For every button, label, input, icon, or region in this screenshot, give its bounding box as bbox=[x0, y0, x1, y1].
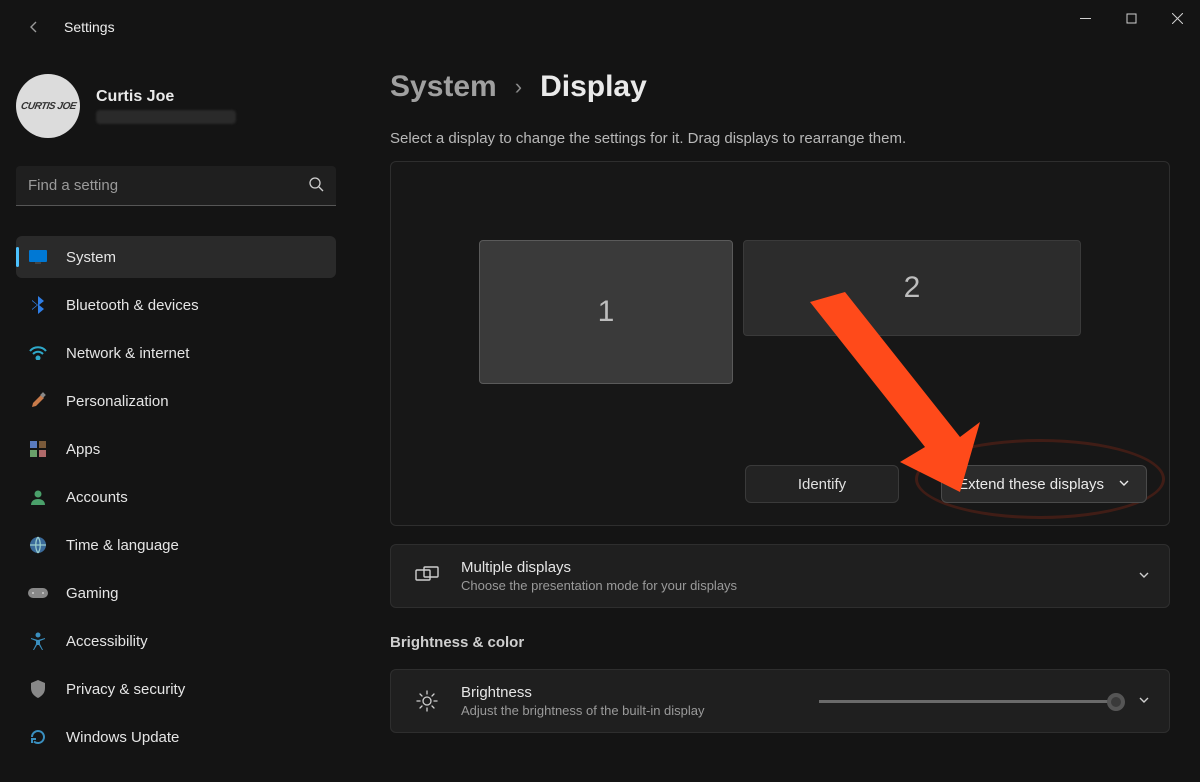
profile-block[interactable]: CURTIS JOE Curtis Joe bbox=[16, 74, 356, 138]
multiple-displays-card[interactable]: Multiple displays Choose the presentatio… bbox=[390, 544, 1170, 608]
sidebar-item-windows-update[interactable]: Windows Update bbox=[16, 716, 336, 758]
sidebar-item-label: Apps bbox=[66, 441, 100, 458]
display-hint-text: Select a display to change the settings … bbox=[390, 130, 1172, 147]
close-button[interactable] bbox=[1154, 0, 1200, 36]
breadcrumb-current: Display bbox=[540, 70, 647, 104]
search-box[interactable] bbox=[16, 166, 336, 206]
accessibility-icon bbox=[28, 631, 48, 651]
sidebar: CURTIS JOE Curtis Joe System Bluetooth &… bbox=[16, 70, 356, 782]
sidebar-item-label: Accessibility bbox=[66, 633, 148, 650]
chevron-down-icon bbox=[1118, 476, 1130, 493]
sidebar-item-privacy[interactable]: Privacy & security bbox=[16, 668, 336, 710]
sidebar-item-personalization[interactable]: Personalization bbox=[16, 380, 336, 422]
avatar: CURTIS JOE bbox=[16, 74, 80, 138]
chevron-down-icon bbox=[1137, 568, 1151, 585]
sidebar-item-system[interactable]: System bbox=[16, 236, 336, 278]
gamepad-icon bbox=[28, 583, 48, 603]
sidebar-item-label: Accounts bbox=[66, 489, 128, 506]
brightness-slider[interactable] bbox=[819, 700, 1119, 703]
globe-icon bbox=[28, 535, 48, 555]
wifi-icon bbox=[28, 343, 48, 363]
sidebar-item-label: Network & internet bbox=[66, 345, 189, 362]
brightness-card[interactable]: Brightness Adjust the brightness of the … bbox=[390, 669, 1170, 733]
user-email-redacted bbox=[96, 110, 236, 124]
sidebar-item-accounts[interactable]: Accounts bbox=[16, 476, 336, 518]
display-1[interactable]: 1 bbox=[479, 240, 733, 384]
minimize-button[interactable] bbox=[1062, 0, 1108, 36]
chevron-right-icon: › bbox=[515, 74, 522, 100]
sidebar-item-label: Personalization bbox=[66, 393, 169, 410]
maximize-button[interactable] bbox=[1108, 0, 1154, 36]
breadcrumb-parent[interactable]: System bbox=[390, 70, 497, 104]
card-subtitle: Choose the presentation mode for your di… bbox=[461, 578, 1137, 593]
card-title: Multiple displays bbox=[461, 559, 1137, 576]
search-input[interactable] bbox=[28, 177, 308, 194]
brightness-icon bbox=[409, 690, 445, 712]
user-name: Curtis Joe bbox=[96, 88, 236, 106]
displays-arrangement[interactable]: 1 2 Identify Extend these displays bbox=[390, 161, 1170, 526]
sidebar-item-bluetooth[interactable]: Bluetooth & devices bbox=[16, 284, 336, 326]
display-icon bbox=[28, 247, 48, 267]
sidebar-item-label: System bbox=[66, 249, 116, 266]
title-bar: Settings bbox=[0, 0, 1200, 54]
sidebar-item-label: Privacy & security bbox=[66, 681, 185, 698]
identify-button[interactable]: Identify bbox=[745, 465, 899, 503]
person-icon bbox=[28, 487, 48, 507]
chevron-down-icon bbox=[1137, 693, 1151, 710]
bluetooth-icon bbox=[28, 295, 48, 315]
card-subtitle: Adjust the brightness of the built-in di… bbox=[461, 703, 819, 718]
sidebar-item-label: Windows Update bbox=[66, 729, 179, 746]
card-title: Brightness bbox=[461, 684, 819, 701]
brightness-section-label: Brightness & color bbox=[390, 634, 1172, 651]
sidebar-item-time-language[interactable]: Time & language bbox=[16, 524, 336, 566]
back-button[interactable] bbox=[14, 7, 54, 47]
nav-list: System Bluetooth & devices Network & int… bbox=[16, 236, 356, 764]
update-icon bbox=[28, 727, 48, 747]
sidebar-item-accessibility[interactable]: Accessibility bbox=[16, 620, 336, 662]
shield-icon bbox=[28, 679, 48, 699]
app-title: Settings bbox=[64, 19, 115, 35]
main-content: System › Display Select a display to cha… bbox=[390, 70, 1172, 782]
sidebar-item-label: Bluetooth & devices bbox=[66, 297, 199, 314]
sidebar-item-apps[interactable]: Apps bbox=[16, 428, 336, 470]
multiple-displays-icon bbox=[409, 566, 445, 586]
display-2[interactable]: 2 bbox=[743, 240, 1081, 336]
search-icon bbox=[308, 176, 324, 195]
sidebar-item-network[interactable]: Network & internet bbox=[16, 332, 336, 374]
display-mode-dropdown[interactable]: Extend these displays bbox=[941, 465, 1147, 503]
brush-icon bbox=[28, 391, 48, 411]
sidebar-item-gaming[interactable]: Gaming bbox=[16, 572, 336, 614]
apps-icon bbox=[28, 439, 48, 459]
sidebar-item-label: Gaming bbox=[66, 585, 119, 602]
sidebar-item-label: Time & language bbox=[66, 537, 179, 554]
breadcrumb: System › Display bbox=[390, 70, 1172, 104]
